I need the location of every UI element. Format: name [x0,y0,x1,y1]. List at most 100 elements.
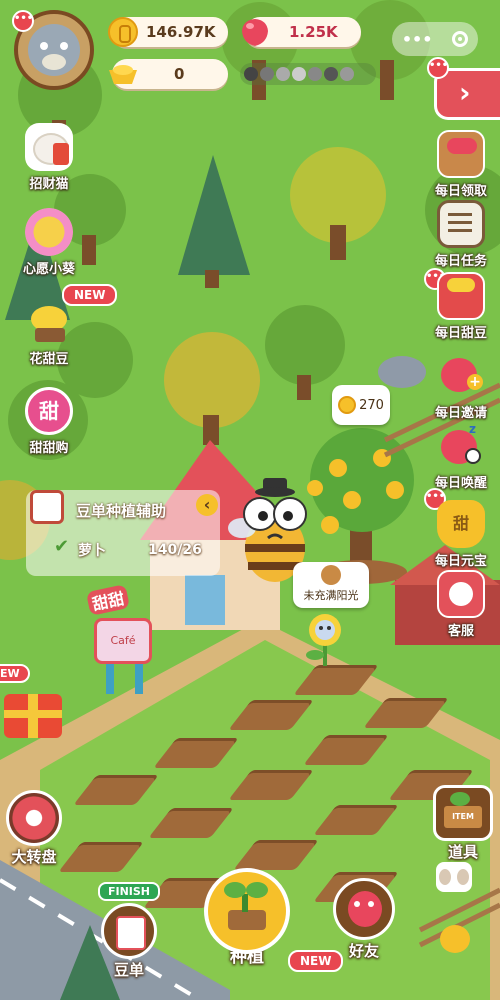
cafe-board: Café [94,618,152,664]
sunflower-icon [25,208,73,256]
ingot-amount: 0 [174,65,185,83]
lucky-cat-icon [25,123,73,171]
toolbox-item-text: ITEM [444,806,482,828]
coin-icon [338,396,357,414]
order-panel-title: 豆单种植辅助 [76,502,167,520]
order-clipboard-icon [101,903,157,959]
sidebar-item-label: 花甜豆 [29,352,69,367]
tools-button[interactable]: ITEM 道具 [428,785,498,862]
weather-icon [292,67,306,81]
toolbox-icon: ITEM [433,785,493,841]
new-badge: NEW [62,284,118,306]
egg-bubble[interactable] [436,862,472,892]
new-badge: EW [0,664,30,683]
weather-icon [276,67,290,81]
sidebar-item-label: 甜甜购 [29,441,69,456]
sweet-shop-icon: 甜 [25,387,73,435]
daily-invite-icon: + [437,352,485,400]
sidebar-item-label: 每日任务 [434,254,487,269]
sweet-bean-icon [25,298,73,346]
friends-button[interactable]: 好友 [328,878,400,961]
egg-icon [439,869,452,885]
lucky-wheel-label: 大转盘 [11,848,57,866]
expand-panel-button[interactable]: › ••• [427,57,500,120]
sprout-icon [204,868,290,954]
sidebar-item-label: 每日领取 [434,184,487,199]
sidebar-item-label: 客服 [447,624,474,639]
planted-flower[interactable] [300,610,350,670]
orders-label: 豆单 [113,961,144,979]
coin-bubble-value: 270 [359,397,384,413]
sidebar-item-label: 每日甜豆 [434,326,487,341]
order-assist-panel[interactable]: 豆单种植辅助 ‹ ✔ 萝卜 140/26 [26,490,220,576]
gold-ingot-icon [109,65,137,84]
sidebar-item-daily-gift[interactable]: 每日领取 [426,130,496,199]
lucky-wheel-icon [6,790,62,846]
daily-bean-basket-icon [437,272,485,320]
weather-icon [260,67,274,81]
order-progress: 140/26 [148,542,202,558]
red-gem-icon [242,19,268,46]
system-capsule[interactable]: ••• [392,22,478,56]
daily-gift-basket-icon [437,130,485,178]
plant-button[interactable]: 种植 [200,868,294,967]
sidebar-item-sunflower-wish[interactable]: 心愿小葵 [14,208,84,277]
sidebar-item-daily-task[interactable]: 每日任务 [426,200,496,269]
chevron-right-icon: › [459,76,471,109]
weather-forecast-strip[interactable] [240,63,376,85]
check-icon: ✔ [54,536,70,557]
orders-button[interactable]: FINISH 豆单 [94,880,164,980]
sidebar-item-lucky-cat[interactable]: 招财猫 [14,123,84,192]
gem-amount: 1.25K [289,23,338,41]
sidebar-item-daily-bean[interactable]: ••• 每日甜豆 [424,268,496,341]
order-crop-name: 萝卜 [78,543,106,559]
sidebar-item-daily-invite[interactable]: + 每日邀请 [426,352,496,421]
new-badge: NEW [288,950,344,972]
sidebar-item-label: 心愿小葵 [22,262,75,277]
coin-bubble[interactable]: 270 [332,385,390,425]
gem-counter: 1.25K [242,17,361,47]
player-avatar[interactable]: ••• [12,10,94,90]
tiantian-cafe-stand[interactable]: 甜甜 Café [85,584,158,698]
gift-box-event[interactable]: EW [0,664,70,740]
lucky-wheel-button[interactable]: 大转盘 [2,790,66,867]
coin-icon [108,17,138,47]
game-scene: 270 未充满阳光 甜甜 Café EW ••• 146.97K 1.25K •… [0,0,500,1000]
sun-status-text: 未充满阳光 [303,589,359,602]
ingot-counter: 0 [109,59,228,89]
weather-icon [324,67,338,81]
sidebar-item-label: 招财猫 [29,177,69,192]
totoro-avatar-icon [28,24,80,76]
chick-icon[interactable] [440,925,470,953]
sidebar-item-sweet-bean[interactable]: 花甜豆 NEW [14,284,118,367]
more-menu-icon[interactable]: ••• [12,10,34,32]
order-clipboard-icon [30,490,64,524]
tools-label: 道具 [447,843,478,861]
sidebar-item-sweet-shop[interactable]: 甜 甜甜购 [14,387,84,456]
coin-amount: 146.97K [146,23,216,41]
sidebar-item-customer-service[interactable]: 客服 [426,570,496,639]
weather-icon [340,67,354,81]
daily-wakeup-icon: z [437,422,485,470]
sunflower-crop-icon [306,614,341,666]
close-target-icon[interactable] [452,31,469,47]
sidebar-item-label: 每日元宝 [434,554,487,569]
collapse-chevron-icon[interactable]: ‹ [196,494,218,516]
gift-box-icon [4,694,62,738]
sidebar-item-daily-ingot[interactable]: ••• 甜 每日元宝 [424,488,496,569]
sidebar-item-label: 每日邀请 [434,406,487,421]
finish-badge: FINISH [97,882,161,901]
egg-icon [456,869,469,885]
tiantian-sign-text: 甜甜 [85,584,131,616]
customer-service-phone-icon [437,570,485,618]
sun-status-bubble: 未充满阳光 [293,562,369,608]
sidebar-item-daily-wakeup[interactable]: z 每日唤醒 [426,422,496,491]
more-menu-icon[interactable]: ••• [427,57,449,79]
character-avatar-icon [321,565,341,585]
coin-counter: 146.97K [108,17,228,47]
weather-icon [244,67,258,81]
daily-ingot-icon: 甜 [437,500,485,548]
more-dots-icon[interactable]: ••• [402,30,433,49]
weather-icon [308,67,322,81]
daily-task-clipboard-icon [437,200,485,248]
